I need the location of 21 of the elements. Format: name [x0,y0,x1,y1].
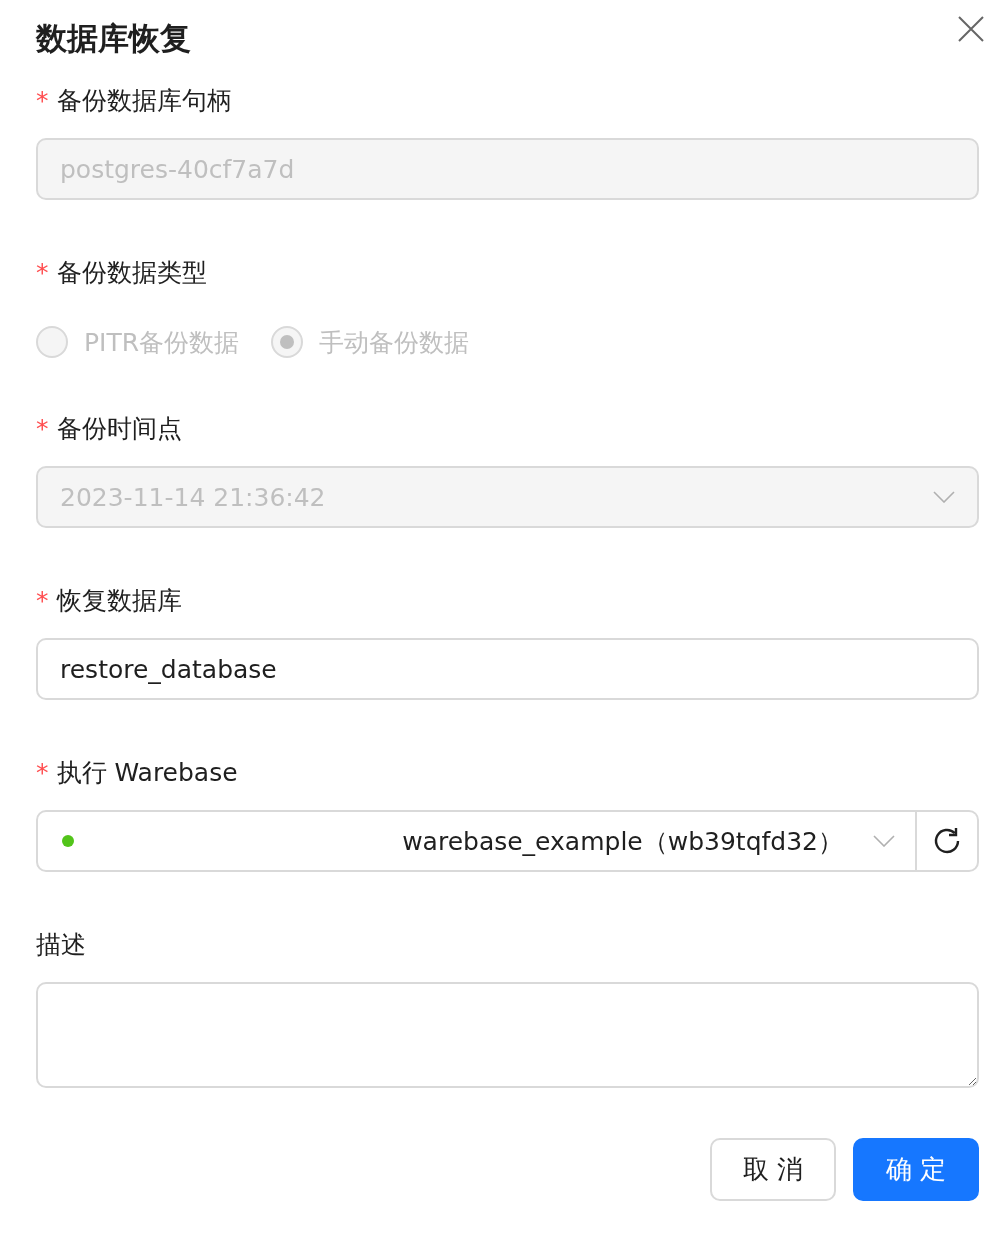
required-mark: * [36,413,49,443]
refresh-button[interactable] [917,810,979,872]
chevron-down-icon [933,491,955,503]
required-mark: * [36,585,49,615]
required-mark: * [36,85,49,115]
close-icon[interactable] [958,16,984,42]
field-label: 执行 Warebase [56,756,238,789]
dialog-title: 数据库恢复 [36,19,191,58]
field-label: 恢复数据库 [56,584,182,617]
cancel-button[interactable]: 取 消 [710,1138,836,1201]
required-mark: * [36,257,49,287]
description-field[interactable] [36,982,979,1088]
required-mark: * [36,757,49,787]
field-label: 备份数据类型 [56,256,207,289]
chevron-down-icon [873,835,895,847]
field-label: 备份时间点 [56,412,182,445]
confirm-button[interactable]: 确 定 [853,1138,979,1201]
field-label: 描述 [36,928,86,961]
input-field[interactable]: restore_database [36,638,979,700]
select-field[interactable]: warebase_example（wb39tqfd32） [36,810,917,872]
field-label: 备份数据库句柄 [56,84,232,117]
